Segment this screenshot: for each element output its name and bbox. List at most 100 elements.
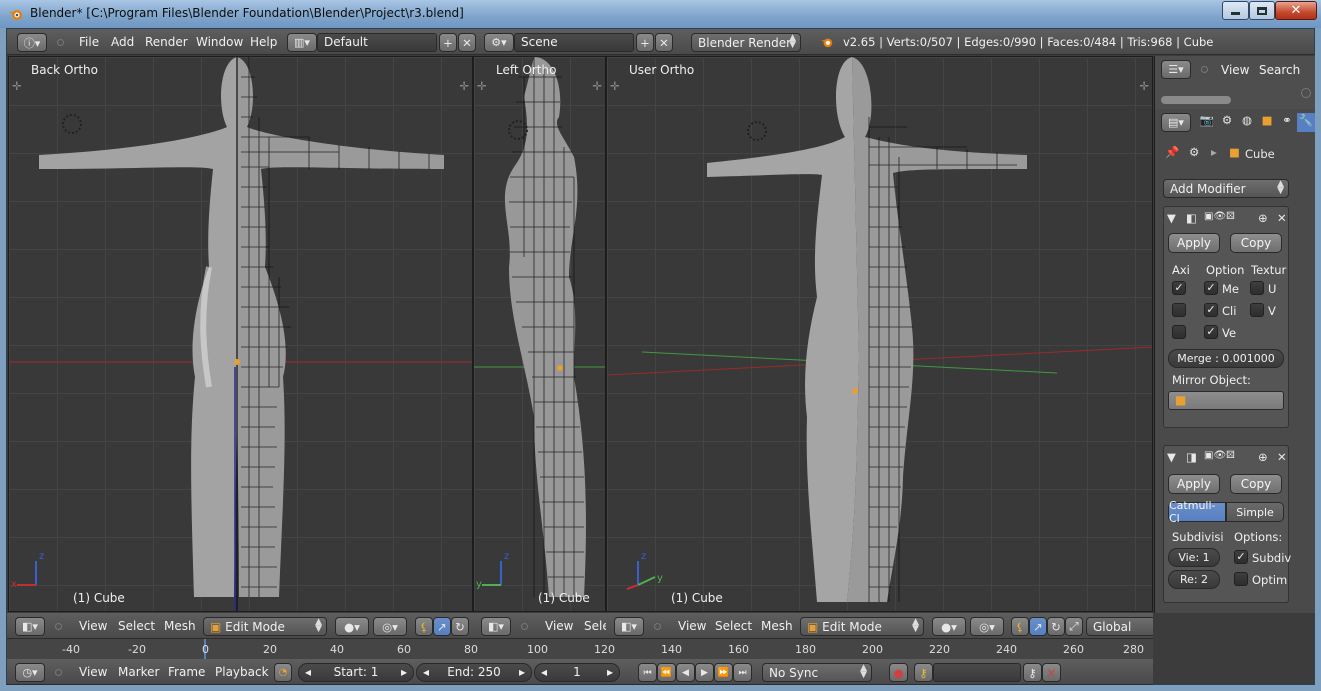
constraints-tab-icon[interactable]: ⚭ [1277, 113, 1297, 132]
merge-limit-field[interactable]: Merge : 0.001000 [1168, 349, 1284, 368]
menu-help[interactable]: Help [250, 35, 277, 49]
insert-keyframe-button[interactable]: ⚷ [1023, 663, 1042, 682]
collapse-menu-icon[interactable] [57, 39, 64, 46]
maximize-button[interactable] [1249, 1, 1275, 20]
texture-u-checkbox[interactable] [1250, 281, 1264, 295]
texture-v-checkbox[interactable] [1250, 303, 1264, 317]
rotate-button[interactable]: ↻ [1047, 617, 1065, 636]
scene-field[interactable]: Scene [514, 33, 634, 52]
axis-x-checkbox[interactable]: ✓ [1172, 281, 1186, 295]
collapse-arrow-icon[interactable]: ▼ [1167, 450, 1176, 464]
menu-view[interactable]: View [545, 619, 573, 633]
pivot-point-button[interactable]: ◎▾ [970, 617, 1004, 636]
viewport-left-ortho[interactable]: zy Left Ortho (1) Cube ✛ ✛ [473, 56, 606, 612]
translate-button[interactable]: ↗ [1029, 617, 1047, 636]
view-levels-field[interactable]: Vie: 1 [1168, 548, 1220, 567]
rotate-button[interactable]: ↻ [451, 617, 469, 636]
end-frame-field[interactable]: ◂ End: 250 ▸ [416, 663, 532, 682]
modifier-visibility-icons[interactable]: ▣👁⚄ [1204, 450, 1235, 461]
catmull-clark-button[interactable]: Catmull-Cl [1168, 499, 1226, 525]
keying-set-button[interactable]: ⚷ [914, 663, 933, 682]
modifier-visibility-icons[interactable]: ▣👁⚄ [1204, 211, 1235, 222]
menu-view[interactable]: View [79, 619, 107, 633]
add-layout-button[interactable]: + [439, 33, 457, 52]
editor-type-button[interactable]: ◷▾ [15, 663, 45, 682]
prev-keyframe-button[interactable]: ⏪ [657, 663, 676, 682]
menu-frame[interactable]: Frame [168, 665, 205, 679]
close-button[interactable]: ✕ [1275, 1, 1317, 20]
collapse-menu-icon[interactable] [521, 623, 528, 630]
viewport-shading-button[interactable]: ●▾ [932, 617, 966, 636]
area-split-plus-icon[interactable]: ✛ [12, 79, 22, 93]
editor-type-button[interactable]: ⓘ▾ [17, 33, 47, 52]
mode-dropdown[interactable]: ▣ Edit Mode ▲ ▼ [800, 617, 924, 636]
next-keyframe-button[interactable]: ⏩ [714, 663, 733, 682]
area-split-plus-icon[interactable]: ✛ [477, 79, 487, 93]
remove-modifier-icon[interactable]: ✕ [1277, 211, 1287, 225]
viewport-user-ortho[interactable]: zy User Ortho (1) Cube ✛ ✛ [606, 56, 1153, 612]
collapse-menu-icon[interactable] [55, 669, 62, 676]
editor-type-button[interactable]: ▤▾ [1161, 113, 1191, 132]
merge-checkbox[interactable]: ✓ [1204, 281, 1218, 295]
remove-scene-button[interactable]: ✕ [655, 33, 673, 52]
menu-select[interactable]: Select [715, 619, 752, 633]
menu-marker[interactable]: Marker [118, 665, 159, 679]
subdivide-uvs-checkbox[interactable]: ✓ [1234, 550, 1248, 564]
delete-keyframe-button[interactable]: ✕ [1042, 663, 1061, 682]
viewport-shading-button[interactable]: ●▾ [335, 617, 369, 636]
sync-dropdown[interactable]: No Sync ▲ ▼ [762, 663, 872, 682]
outliner-scrollbar[interactable] [1161, 96, 1231, 104]
menu-view[interactable]: View [678, 619, 706, 633]
screen-layout-button[interactable]: ▥▾ [287, 33, 317, 52]
area-split-plus-icon[interactable]: ✛ [1139, 79, 1149, 93]
pin-icon[interactable]: 📌 [1165, 145, 1179, 159]
menu-select[interactable]: Select [118, 619, 155, 633]
editor-type-button[interactable]: ◧▾ [481, 617, 511, 636]
menu-view[interactable]: View [1221, 63, 1249, 77]
remove-layout-button[interactable]: ✕ [458, 33, 476, 52]
axis-z-checkbox[interactable] [1172, 325, 1186, 339]
menu-mesh[interactable]: Mesh [164, 619, 196, 633]
menu-select[interactable]: Sele [584, 619, 606, 633]
menu-render[interactable]: Render [145, 35, 188, 49]
apply-modifier-button[interactable]: Apply [1168, 233, 1220, 253]
jump-start-button[interactable]: ⏮ [638, 663, 657, 682]
minimize-button[interactable] [1222, 1, 1249, 20]
manipulator-button[interactable]: ⚸ [1011, 617, 1029, 636]
window-titlebar[interactable]: Blender* [C:\Program Files\Blender Found… [0, 0, 1321, 28]
editor-type-button[interactable]: ☰▾ [1161, 60, 1191, 79]
menu-playback[interactable]: Playback [215, 665, 269, 679]
collapse-menu-icon[interactable] [654, 623, 661, 630]
collapse-menu-icon[interactable] [55, 623, 62, 630]
menu-search[interactable]: Search [1259, 63, 1300, 77]
play-reverse-button[interactable]: ◀ [676, 663, 695, 682]
outliner-toggle-icon[interactable] [1301, 88, 1311, 98]
simple-button[interactable]: Simple [1226, 502, 1284, 522]
keying-set-field[interactable] [933, 663, 1021, 682]
clipping-checkbox[interactable]: ✓ [1204, 303, 1218, 317]
play-button[interactable]: ▶ [695, 663, 714, 682]
mode-dropdown[interactable]: ▣ Edit Mode ▲ ▼ [203, 617, 327, 636]
manipulator-button[interactable]: ⚸ [415, 617, 433, 636]
render-levels-field[interactable]: Re: 2 [1168, 570, 1220, 589]
world-tab-icon[interactable]: ◍ [1237, 113, 1257, 132]
copy-modifier-button[interactable]: Copy [1230, 474, 1282, 494]
collapse-arrow-icon[interactable]: ▼ [1167, 211, 1176, 225]
scale-button[interactable]: ⤢ [1065, 617, 1083, 636]
apply-modifier-button[interactable]: Apply [1168, 474, 1220, 494]
copy-modifier-button[interactable]: Copy [1230, 233, 1282, 253]
optimal-display-checkbox[interactable] [1234, 572, 1248, 586]
move-modifier-icon[interactable]: ⊕ [1258, 450, 1268, 464]
preview-range-button[interactable]: ◔ [274, 663, 292, 682]
start-frame-field[interactable]: ◂ Start: 1 ▸ [298, 663, 414, 682]
current-frame-field[interactable]: ◂ 1 ▸ [534, 663, 620, 682]
timeline-ruler[interactable]: -40 -20 0 20 40 60 80 100 120 140 160 18… [7, 639, 1153, 659]
viewport-back-ortho[interactable]: zx Back Ortho (1) Cube ✛ ✛ [8, 56, 473, 612]
scene-tab-icon[interactable]: ⚙ [1217, 113, 1237, 132]
collapse-menu-icon[interactable] [1201, 66, 1208, 73]
render-tab-icon[interactable]: 📷 [1197, 113, 1217, 132]
area-split-plus-icon[interactable]: ✛ [459, 79, 469, 93]
screen-layout-field[interactable]: Default [317, 33, 437, 52]
area-split-plus-icon[interactable]: ✛ [592, 79, 602, 93]
vertex-groups-checkbox[interactable]: ✓ [1204, 325, 1218, 339]
